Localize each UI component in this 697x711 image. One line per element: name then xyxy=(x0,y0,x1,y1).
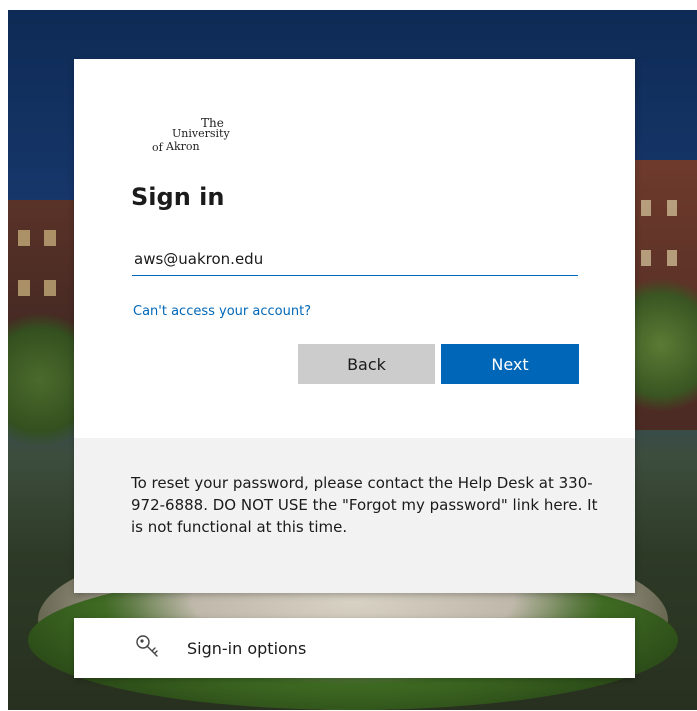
notice-text: To reset your password, please contact t… xyxy=(131,474,598,536)
cant-access-link[interactable]: Can't access your account? xyxy=(133,304,311,319)
key-icon xyxy=(135,634,161,660)
logo-akron: Akron xyxy=(166,140,200,153)
signin-options-label: Sign-in options xyxy=(187,639,307,658)
email-field[interactable] xyxy=(132,242,578,276)
logo-university: University xyxy=(172,127,230,140)
signin-options-button[interactable]: Sign-in options xyxy=(74,618,635,678)
back-button[interactable]: Back xyxy=(298,344,435,384)
page-title: Sign in xyxy=(131,183,225,211)
next-button[interactable]: Next xyxy=(441,344,579,384)
logo-of: of xyxy=(152,141,163,154)
university-logo: The University of Akron xyxy=(152,116,252,156)
reset-notice: To reset your password, please contact t… xyxy=(74,438,635,593)
